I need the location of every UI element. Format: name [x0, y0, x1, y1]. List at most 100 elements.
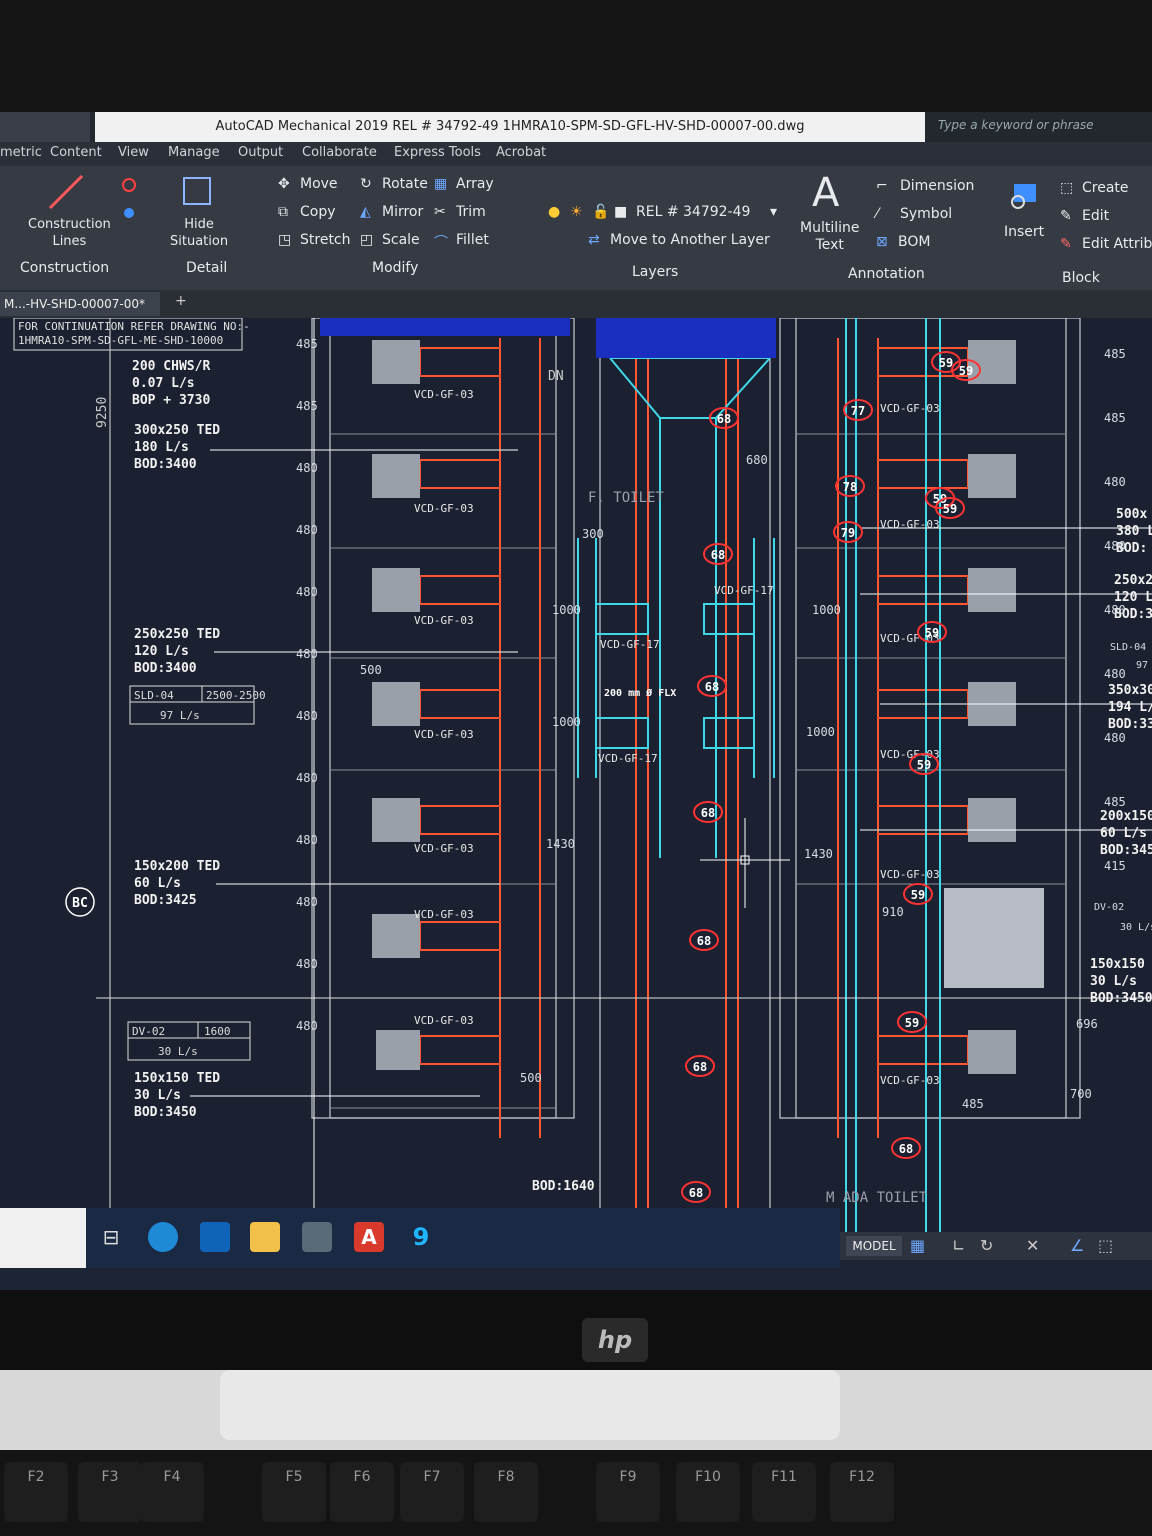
- bom-icon: ⊠: [876, 234, 888, 250]
- ortho-icon[interactable]: ∟: [952, 1236, 965, 1255]
- rotate-button[interactable]: Rotate: [382, 176, 428, 192]
- key-f10[interactable]: F10: [676, 1462, 740, 1522]
- key-f2[interactable]: F2: [4, 1462, 68, 1522]
- dim-1: 680: [746, 453, 768, 467]
- key-f3[interactable]: F3: [78, 1462, 142, 1522]
- hide-situation-icon: [183, 177, 211, 205]
- tab-collaborate[interactable]: Collaborate: [302, 145, 377, 160]
- drawing-canvas[interactable]: FOR CONTINUATION REFER DRAWING NO:- 1HMR…: [0, 318, 1152, 1238]
- tab-acrobat[interactable]: Acrobat: [496, 145, 546, 160]
- task-view-icon[interactable]: ⊟: [96, 1222, 126, 1252]
- key-f5[interactable]: F5: [262, 1462, 326, 1522]
- construction-lines-button[interactable]: Construction Lines: [28, 216, 111, 250]
- dim-0: 300: [582, 527, 604, 541]
- panel-construction[interactable]: Construction: [20, 260, 109, 276]
- bubble-59-7: 59: [943, 502, 957, 516]
- mirror-button[interactable]: Mirror: [382, 204, 423, 220]
- dn-label: DN: [548, 369, 564, 384]
- calculator-icon[interactable]: [302, 1222, 332, 1252]
- selection-icon[interactable]: ⬚: [1098, 1236, 1113, 1255]
- symbol-button[interactable]: Symbol: [900, 206, 952, 222]
- panel-modify[interactable]: Modify: [372, 260, 418, 276]
- array-button[interactable]: Array: [456, 176, 494, 192]
- tab-view[interactable]: View: [118, 145, 149, 160]
- grid-icon[interactable]: ▦: [910, 1236, 925, 1255]
- chevron-down-icon[interactable]: ▾: [770, 204, 777, 220]
- multiline-text-button[interactable]: Multiline Text: [800, 220, 860, 254]
- quick-access-toolbar[interactable]: [0, 112, 90, 142]
- edit-attribute-button[interactable]: Edit Attribu: [1082, 236, 1152, 252]
- create-button[interactable]: Create: [1082, 180, 1129, 196]
- stretch-button[interactable]: Stretch: [300, 232, 351, 248]
- dimension-labels: 300 680 1000 1000 500 1430 1430 500 910 485 696 700…: [296, 337, 1152, 1111]
- insert-button[interactable]: Insert: [1004, 224, 1044, 240]
- key-f4[interactable]: F4: [140, 1462, 204, 1522]
- tab-express-tools[interactable]: Express Tools: [394, 145, 481, 160]
- bubble-68-3: 68: [701, 806, 715, 820]
- tag-dv-c: 30 L/s: [158, 1045, 198, 1058]
- vcd-right-0: VCD-GF-03: [880, 402, 940, 415]
- edit-button[interactable]: Edit: [1082, 208, 1109, 224]
- bubble-68-7: 68: [899, 1142, 913, 1156]
- continuation-line-1: FOR CONTINUATION REFER DRAWING NO:-: [18, 320, 250, 333]
- left-label-3-0: 150x200 TED: [134, 859, 220, 874]
- move-to-another-layer-button[interactable]: Move to Another Layer: [610, 232, 770, 248]
- fillet-button[interactable]: Fillet: [456, 232, 489, 248]
- dimension-button[interactable]: Dimension: [900, 178, 974, 194]
- panel-layers[interactable]: Layers: [632, 264, 678, 280]
- grid-bubble: BC: [65, 887, 95, 917]
- tag-dv-b: 1600: [204, 1025, 231, 1038]
- scale-button[interactable]: Scale: [382, 232, 420, 248]
- tab-drawing[interactable]: M...-HV-SHD-00007-00*: [0, 292, 160, 316]
- left-dim-0: 485: [296, 337, 318, 351]
- osnap-icon[interactable]: ✕: [1026, 1236, 1039, 1255]
- room-m-toilet: M ADA TOILET: [826, 1190, 928, 1206]
- new-tab-icon[interactable]: +: [175, 293, 187, 309]
- polar-icon[interactable]: ↻: [980, 1236, 993, 1255]
- panel-detail[interactable]: Detail: [186, 260, 227, 276]
- autocad-icon[interactable]: A: [354, 1222, 384, 1252]
- dim-5: 1430: [546, 837, 575, 851]
- trim-button[interactable]: Trim: [456, 204, 486, 220]
- tab-output[interactable]: Output: [238, 145, 283, 160]
- taskbar-search-area[interactable]: [0, 1208, 86, 1268]
- key-f6[interactable]: F6: [330, 1462, 394, 1522]
- outlook-icon[interactable]: [200, 1222, 230, 1252]
- vcd-left-4: VCD-GF-03: [414, 842, 474, 855]
- lineweight-icon[interactable]: ∠: [1070, 1236, 1084, 1255]
- left-dim-3: 480: [296, 523, 318, 537]
- key-f9[interactable]: F9: [596, 1462, 660, 1522]
- left-label-0-2: BOP + 3730: [132, 393, 210, 408]
- app-9-icon[interactable]: 9: [406, 1222, 436, 1252]
- help-search-input[interactable]: Type a keyword or phrase: [938, 118, 1152, 138]
- bubble-79: 79: [841, 526, 855, 540]
- bom-button[interactable]: BOM: [898, 234, 930, 250]
- file-explorer-icon[interactable]: [250, 1222, 280, 1252]
- monitor-stand: [220, 1370, 840, 1440]
- tab-manage[interactable]: Manage: [168, 145, 220, 160]
- left-dim-2: 480: [296, 461, 318, 475]
- dim-4: 500: [360, 663, 382, 677]
- move-button[interactable]: Move: [300, 176, 338, 192]
- vcd-17-c: VCD-GF-17: [598, 752, 658, 765]
- edge-browser-icon[interactable]: [148, 1222, 178, 1252]
- layer-dropdown[interactable]: REL # 34792-49: [636, 204, 750, 220]
- rotate-icon: ↻: [360, 176, 372, 192]
- key-f8[interactable]: F8: [474, 1462, 538, 1522]
- hide-situation-button[interactable]: Hide Situation: [170, 216, 228, 250]
- dim-6: 1430: [804, 847, 833, 861]
- panel-block[interactable]: Block: [1062, 270, 1100, 286]
- bubble-59-0: 59: [939, 356, 953, 370]
- left-label-1-0: 300x250 TED: [134, 423, 220, 438]
- tab-content[interactable]: Content: [50, 145, 102, 160]
- right-label-2-1: 194 L/s: [1108, 700, 1152, 715]
- tab-metric[interactable]: metric: [0, 145, 42, 160]
- copy-button[interactable]: Copy: [300, 204, 336, 220]
- model-space-button[interactable]: MODEL: [846, 1236, 902, 1256]
- flex-duct-label: 200 mm Ø FLX: [604, 687, 676, 699]
- key-f11[interactable]: F11: [752, 1462, 816, 1522]
- key-f7[interactable]: F7: [400, 1462, 464, 1522]
- left-label-2-2: BOD:3400: [134, 661, 197, 676]
- right-dim-1: 485: [1104, 411, 1126, 425]
- key-f12[interactable]: F12: [830, 1462, 894, 1522]
